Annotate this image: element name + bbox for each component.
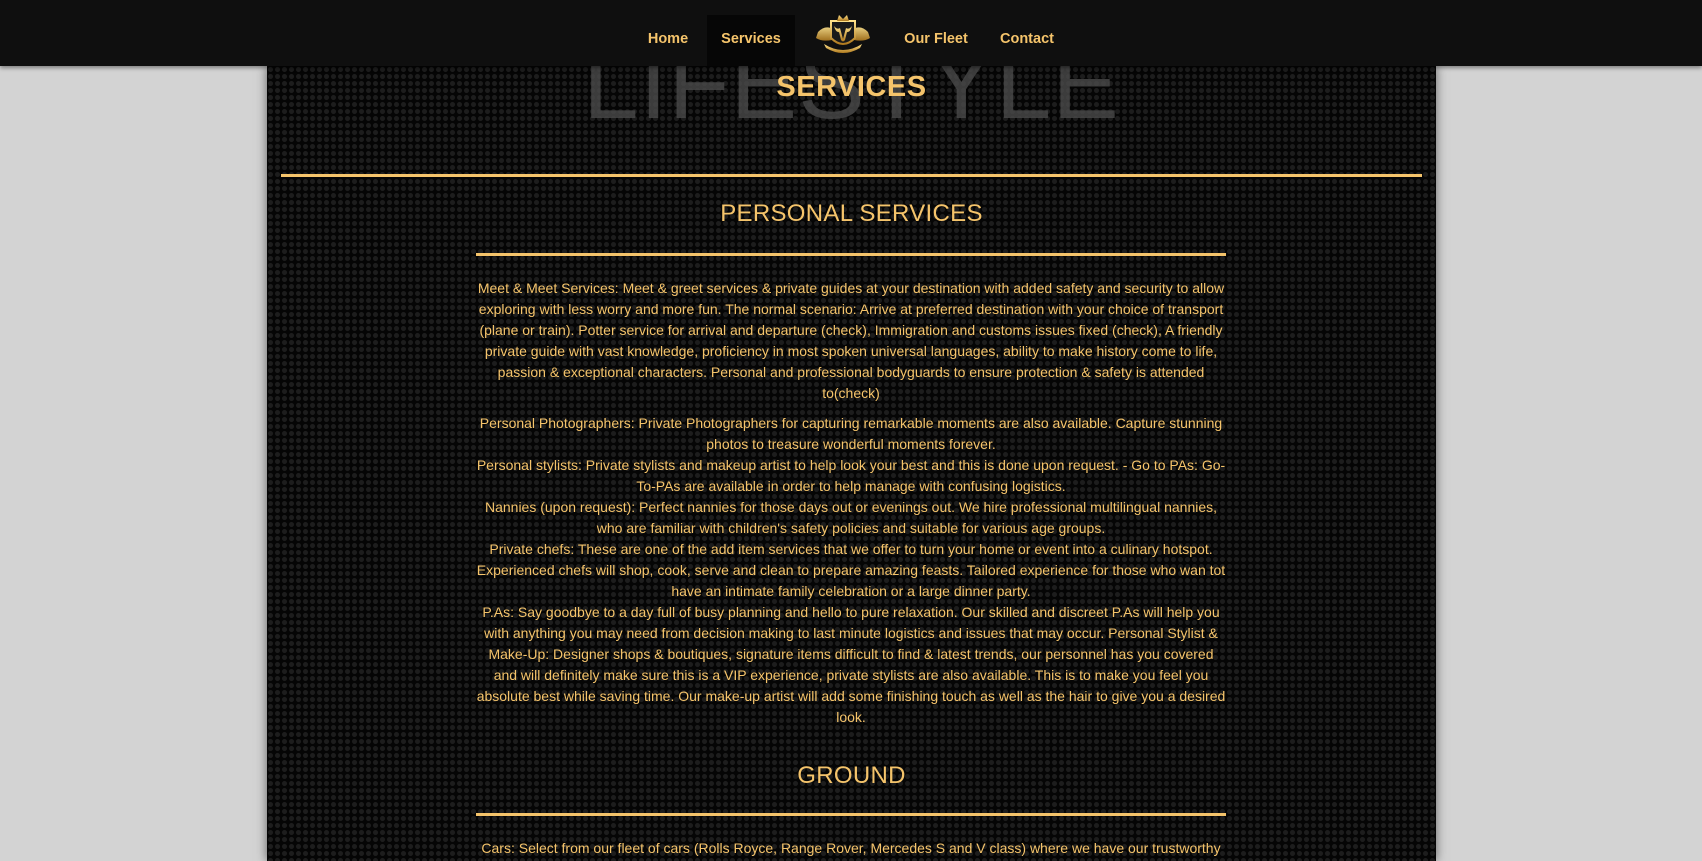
paragraph-nannies: Nannies (upon request): Perfect nannies … [484,499,1218,536]
section-divider-ground [476,813,1226,816]
golden-bull-crest-icon[interactable] [812,12,874,56]
section-title-personal: PERSONAL SERVICES [720,200,983,227]
paragraph-pas: P.As: Say goodbye to a day full of busy … [476,604,1226,725]
section-title-ground: GROUND [797,762,906,789]
top-navbar: Home Services Our Fleet Contact [0,0,1702,66]
ground-services-text: Cars: Select from our fleet of cars (Rol… [476,838,1226,859]
title-divider [281,174,1422,177]
bull-logo-svg [816,15,870,53]
nav-home[interactable]: Home [632,15,704,66]
paragraph-cars: Cars: Select from our fleet of cars (Rol… [481,840,1221,856]
paragraph-meet-greet: Meet & Meet Services: Meet & greet servi… [477,280,1225,401]
personal-services-text: Meet & Meet Services: Meet & greet servi… [476,278,1226,728]
content-panel: LIFESTYLE SERVICES PERSONAL SERVICES Mee… [267,66,1436,861]
paragraph-chefs: Private chefs: These are one of the add … [476,541,1226,599]
nav-our-fleet[interactable]: Our Fleet [890,15,982,66]
page-title: SERVICES [776,71,927,103]
paragraph-stylists: Personal stylists: Private stylists and … [476,457,1226,494]
nav-menu: Home Services Our Fleet Contact [0,0,1702,66]
nav-contact[interactable]: Contact [990,15,1064,66]
section-divider-personal [476,253,1226,256]
nav-services[interactable]: Services [707,15,795,66]
paragraph-photographers: Personal Photographers: Private Photogra… [479,415,1223,452]
